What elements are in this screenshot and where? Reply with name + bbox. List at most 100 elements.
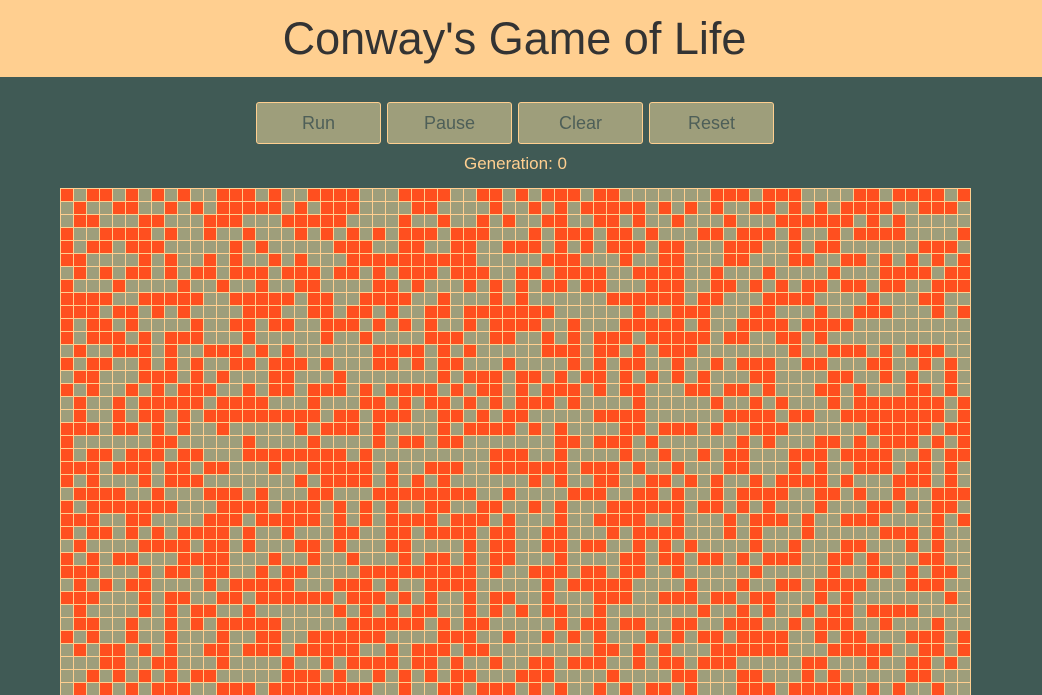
dead-cell[interactable] bbox=[737, 280, 749, 292]
dead-cell[interactable] bbox=[555, 358, 567, 370]
dead-cell[interactable] bbox=[672, 605, 684, 617]
dead-cell[interactable] bbox=[958, 293, 970, 305]
dead-cell[interactable] bbox=[607, 306, 619, 318]
dead-cell[interactable] bbox=[867, 527, 879, 539]
alive-cell[interactable] bbox=[594, 189, 606, 201]
alive-cell[interactable] bbox=[490, 280, 502, 292]
alive-cell[interactable] bbox=[568, 488, 580, 500]
dead-cell[interactable] bbox=[139, 657, 151, 669]
alive-cell[interactable] bbox=[451, 358, 463, 370]
alive-cell[interactable] bbox=[945, 592, 957, 604]
dead-cell[interactable] bbox=[139, 527, 151, 539]
alive-cell[interactable] bbox=[802, 514, 814, 526]
dead-cell[interactable] bbox=[529, 345, 541, 357]
alive-cell[interactable] bbox=[542, 280, 554, 292]
dead-cell[interactable] bbox=[87, 644, 99, 656]
dead-cell[interactable] bbox=[87, 228, 99, 240]
alive-cell[interactable] bbox=[282, 592, 294, 604]
dead-cell[interactable] bbox=[828, 423, 840, 435]
dead-cell[interactable] bbox=[633, 670, 645, 682]
alive-cell[interactable] bbox=[87, 514, 99, 526]
alive-cell[interactable] bbox=[334, 267, 346, 279]
alive-cell[interactable] bbox=[711, 267, 723, 279]
dead-cell[interactable] bbox=[191, 241, 203, 253]
alive-cell[interactable] bbox=[139, 371, 151, 383]
dead-cell[interactable] bbox=[152, 267, 164, 279]
dead-cell[interactable] bbox=[789, 592, 801, 604]
dead-cell[interactable] bbox=[893, 644, 905, 656]
dead-cell[interactable] bbox=[711, 670, 723, 682]
dead-cell[interactable] bbox=[386, 449, 398, 461]
alive-cell[interactable] bbox=[906, 527, 918, 539]
dead-cell[interactable] bbox=[165, 553, 177, 565]
alive-cell[interactable] bbox=[529, 423, 541, 435]
alive-cell[interactable] bbox=[724, 462, 736, 474]
alive-cell[interactable] bbox=[867, 189, 879, 201]
alive-cell[interactable] bbox=[854, 488, 866, 500]
alive-cell[interactable] bbox=[776, 319, 788, 331]
dead-cell[interactable] bbox=[412, 579, 424, 591]
alive-cell[interactable] bbox=[204, 540, 216, 552]
dead-cell[interactable] bbox=[347, 566, 359, 578]
alive-cell[interactable] bbox=[646, 501, 658, 513]
alive-cell[interactable] bbox=[347, 618, 359, 630]
alive-cell[interactable] bbox=[594, 657, 606, 669]
alive-cell[interactable] bbox=[360, 332, 372, 344]
dead-cell[interactable] bbox=[594, 241, 606, 253]
dead-cell[interactable] bbox=[659, 306, 671, 318]
dead-cell[interactable] bbox=[152, 254, 164, 266]
alive-cell[interactable] bbox=[711, 228, 723, 240]
dead-cell[interactable] bbox=[776, 683, 788, 695]
dead-cell[interactable] bbox=[542, 475, 554, 487]
alive-cell[interactable] bbox=[308, 514, 320, 526]
dead-cell[interactable] bbox=[906, 215, 918, 227]
dead-cell[interactable] bbox=[152, 202, 164, 214]
dead-cell[interactable] bbox=[841, 436, 853, 448]
alive-cell[interactable] bbox=[451, 228, 463, 240]
dead-cell[interactable] bbox=[61, 202, 73, 214]
dead-cell[interactable] bbox=[594, 670, 606, 682]
alive-cell[interactable] bbox=[191, 397, 203, 409]
dead-cell[interactable] bbox=[841, 670, 853, 682]
alive-cell[interactable] bbox=[503, 527, 515, 539]
dead-cell[interactable] bbox=[919, 683, 931, 695]
alive-cell[interactable] bbox=[308, 449, 320, 461]
dead-cell[interactable] bbox=[204, 293, 216, 305]
dead-cell[interactable] bbox=[542, 358, 554, 370]
dead-cell[interactable] bbox=[243, 631, 255, 643]
dead-cell[interactable] bbox=[87, 202, 99, 214]
dead-cell[interactable] bbox=[412, 592, 424, 604]
dead-cell[interactable] bbox=[503, 189, 515, 201]
dead-cell[interactable] bbox=[568, 514, 580, 526]
dead-cell[interactable] bbox=[893, 501, 905, 513]
alive-cell[interactable] bbox=[763, 553, 775, 565]
alive-cell[interactable] bbox=[373, 670, 385, 682]
alive-cell[interactable] bbox=[477, 618, 489, 630]
alive-cell[interactable] bbox=[763, 605, 775, 617]
alive-cell[interactable] bbox=[659, 553, 671, 565]
alive-cell[interactable] bbox=[191, 605, 203, 617]
dead-cell[interactable] bbox=[178, 644, 190, 656]
alive-cell[interactable] bbox=[802, 254, 814, 266]
alive-cell[interactable] bbox=[256, 488, 268, 500]
dead-cell[interactable] bbox=[126, 293, 138, 305]
alive-cell[interactable] bbox=[295, 501, 307, 513]
alive-cell[interactable] bbox=[542, 540, 554, 552]
alive-cell[interactable] bbox=[334, 410, 346, 422]
dead-cell[interactable] bbox=[659, 514, 671, 526]
dead-cell[interactable] bbox=[516, 657, 528, 669]
alive-cell[interactable] bbox=[685, 683, 697, 695]
dead-cell[interactable] bbox=[724, 501, 736, 513]
dead-cell[interactable] bbox=[490, 410, 502, 422]
dead-cell[interactable] bbox=[451, 618, 463, 630]
dead-cell[interactable] bbox=[958, 527, 970, 539]
dead-cell[interactable] bbox=[698, 644, 710, 656]
dead-cell[interactable] bbox=[74, 280, 86, 292]
dead-cell[interactable] bbox=[256, 332, 268, 344]
dead-cell[interactable] bbox=[763, 462, 775, 474]
alive-cell[interactable] bbox=[633, 514, 645, 526]
alive-cell[interactable] bbox=[321, 228, 333, 240]
dead-cell[interactable] bbox=[529, 644, 541, 656]
alive-cell[interactable] bbox=[165, 683, 177, 695]
dead-cell[interactable] bbox=[438, 280, 450, 292]
